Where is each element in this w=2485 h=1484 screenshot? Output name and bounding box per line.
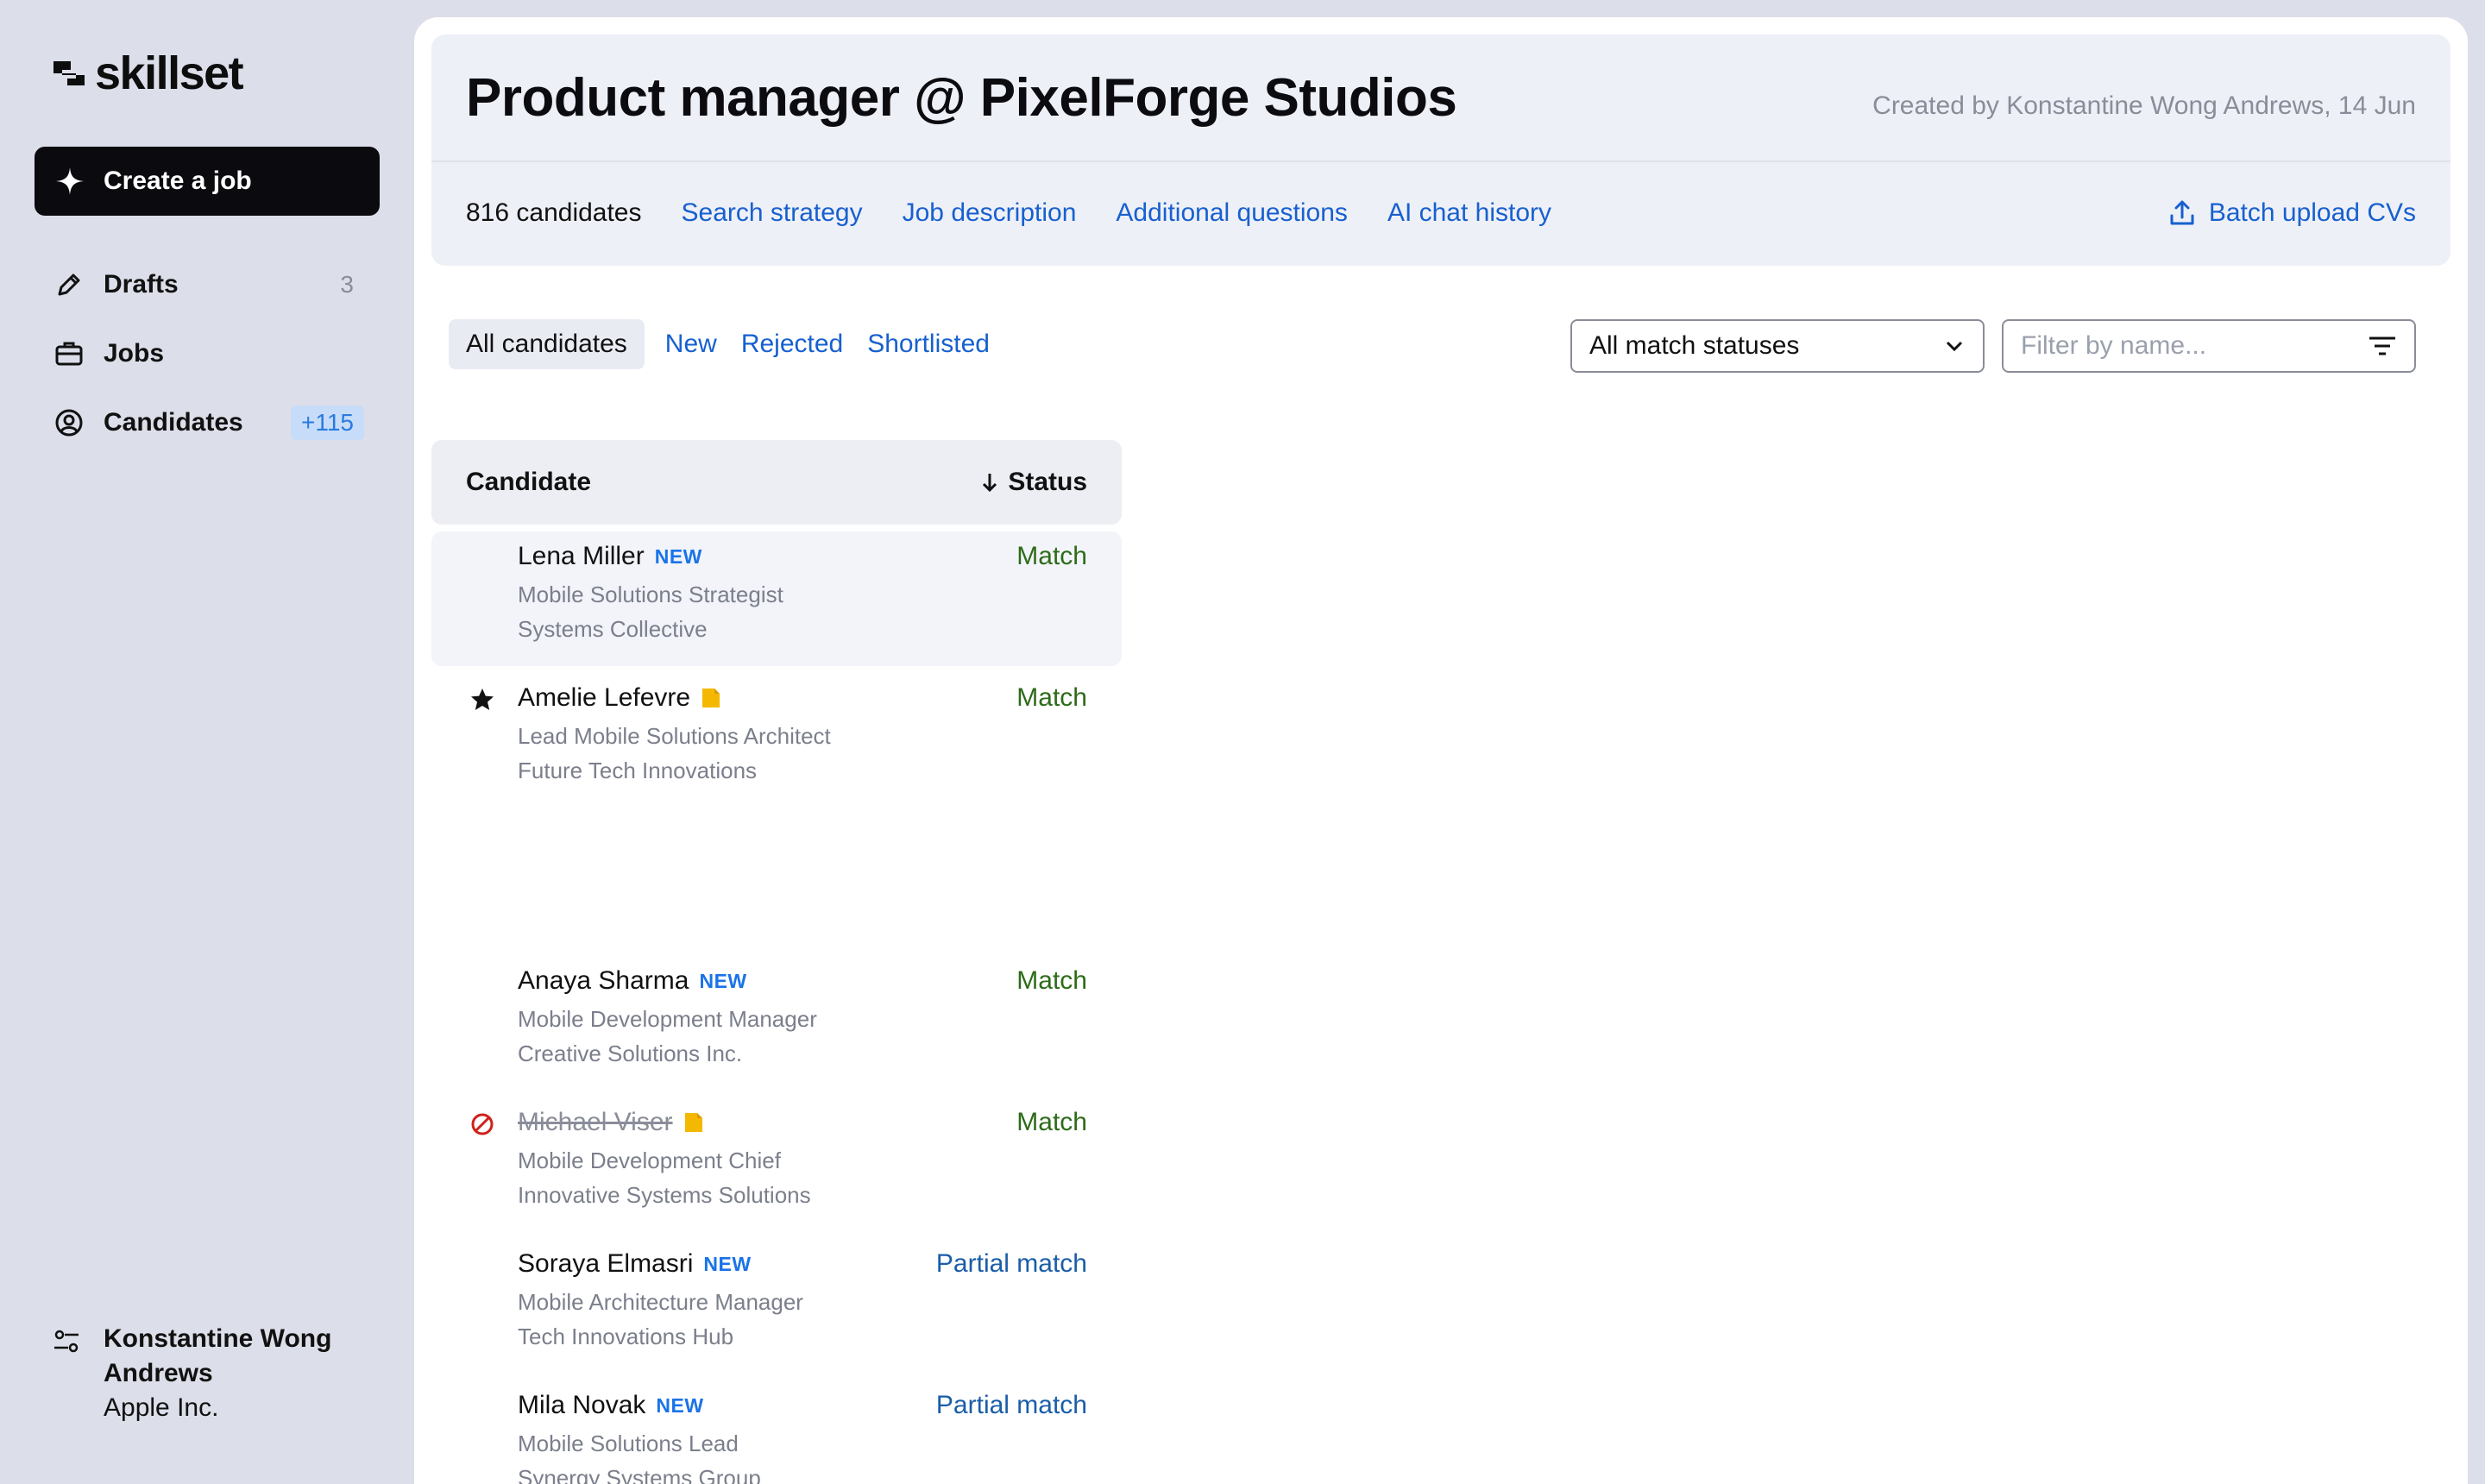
column-status[interactable]: Status <box>980 468 1087 497</box>
table-row[interactable]: Mila Novak NEW Mobile Solutions Lead Syn… <box>431 1380 1122 1484</box>
candidate-company: Synergy Systems Group <box>518 1465 761 1484</box>
rejected-icon[interactable] <box>469 1111 495 1137</box>
pencil-icon <box>52 267 86 302</box>
tab-ai-chat-history[interactable]: AI chat history <box>1387 198 1551 228</box>
status-badge: Match <box>1016 966 1087 995</box>
logo-icon <box>53 61 85 85</box>
drafts-count: 3 <box>340 271 354 298</box>
job-header-top: Product manager @ PixelForge Studios Cre… <box>431 35 2450 162</box>
table-header: Candidate Status <box>431 440 1122 525</box>
candidate-role: Mobile Solutions Lead <box>518 1431 739 1456</box>
candidate-company: Innovative Systems Solutions <box>518 1182 811 1208</box>
candidate-filter-tabs: All candidates New Rejected Shortlisted <box>449 319 993 369</box>
status-badge: Partial match <box>935 1249 1087 1278</box>
tab-shortlisted[interactable]: Shortlisted <box>864 319 993 369</box>
status-badge: Match <box>1016 542 1087 570</box>
new-tag: NEW <box>656 1393 704 1417</box>
sidebar-item-jobs[interactable]: Jobs <box>52 333 362 374</box>
candidate-company: Creative Solutions Inc. <box>518 1041 743 1066</box>
briefcase-icon <box>52 336 86 371</box>
table-row[interactable]: Anaya Sharma NEW Mobile Development Mana… <box>431 956 1122 1091</box>
candidate-count: 816 candidates <box>466 198 642 227</box>
create-job-label: Create a job <box>104 167 252 195</box>
sidebar: skillset Create a job Drafts 3 Jobs Cand… <box>0 0 414 1484</box>
status-badge: Match <box>1016 683 1087 712</box>
filter-icon[interactable] <box>2368 334 2397 358</box>
main-panel: Product manager @ PixelForge Studios Cre… <box>414 17 2468 1484</box>
new-tag: NEW <box>654 544 702 568</box>
note-icon <box>702 689 720 707</box>
match-status-select[interactable]: All match statuses <box>1570 319 1985 373</box>
sidebar-item-drafts[interactable]: Drafts 3 <box>52 264 362 305</box>
sidebar-item-candidates[interactable]: Candidates +115 <box>52 402 364 443</box>
match-status-value: All match statuses <box>1589 331 1800 360</box>
user-circle-icon <box>52 406 86 440</box>
candidate-role: Mobile Development Chief <box>518 1148 781 1173</box>
batch-upload-label: Batch upload CVs <box>2208 198 2416 227</box>
status-badge: Partial match <box>935 1391 1087 1419</box>
user-profile[interactable]: Konstantine Wong Andrews Apple Inc. <box>52 1322 362 1425</box>
sidebar-item-label: Candidates <box>104 408 243 437</box>
tab-all-candidates[interactable]: All candidates <box>449 319 645 369</box>
name-filter-input[interactable]: Filter by name... <box>2002 319 2416 373</box>
tab-additional-questions[interactable]: Additional questions <box>1116 198 1348 228</box>
chevron-down-icon <box>1946 341 1963 352</box>
status-badge: Match <box>1016 1108 1087 1136</box>
candidate-name: Amelie Lefevre <box>518 683 691 712</box>
new-tag: NEW <box>703 1252 752 1275</box>
sidebar-item-label: Drafts <box>104 270 179 299</box>
job-nav: 816 candidates Search strategy Job descr… <box>466 198 1551 228</box>
created-by: Created by Konstantine Wong Andrews, 14 … <box>1872 91 2416 120</box>
table-row[interactable]: Lena Miller NEW Mobile Solutions Strateg… <box>431 531 1122 666</box>
table-row[interactable]: Michael Viser Mobile Development Chief I… <box>431 1097 1122 1232</box>
note-icon <box>684 1113 702 1132</box>
candidate-company: Future Tech Innovations <box>518 758 758 783</box>
arrow-down-icon <box>983 474 997 493</box>
candidate-role: Lead Mobile Solutions Architect <box>518 723 831 749</box>
candidate-company: Systems Collective <box>518 616 708 642</box>
user-org: Apple Inc. <box>104 1393 219 1422</box>
logo[interactable]: skillset <box>50 47 244 99</box>
create-job-button[interactable]: Create a job <box>35 147 380 216</box>
logo-text: skillset <box>95 47 244 99</box>
candidate-name: Soraya Elmasri <box>518 1249 694 1278</box>
sidebar-item-label: Jobs <box>104 339 165 368</box>
table-row[interactable]: Soraya Elmasri NEW Mobile Architecture M… <box>431 1239 1122 1374</box>
candidate-name: Anaya Sharma <box>518 966 689 995</box>
tab-job-description[interactable]: Job description <box>903 198 1077 228</box>
upload-icon <box>2170 200 2194 225</box>
column-candidate: Candidate <box>466 468 592 496</box>
tab-search-strategy[interactable]: Search strategy <box>682 198 863 228</box>
candidate-role: Mobile Solutions Strategist <box>518 582 783 607</box>
star-icon[interactable] <box>469 687 495 713</box>
candidates-badge: +115 <box>291 406 364 440</box>
tab-rejected[interactable]: Rejected <box>738 319 846 369</box>
page-title: Product manager @ PixelForge Studios <box>466 68 1457 128</box>
tab-new[interactable]: New <box>662 319 720 369</box>
candidate-role: Mobile Development Manager <box>518 1006 817 1032</box>
candidate-name: Lena Miller <box>518 542 645 570</box>
new-tag: NEW <box>699 969 747 992</box>
settings-sliders-icon[interactable] <box>52 1322 86 1425</box>
candidate-name: Mila Novak <box>518 1391 646 1419</box>
name-filter-placeholder: Filter by name... <box>2021 331 2207 360</box>
batch-upload-button[interactable]: Batch upload CVs <box>2167 198 2416 228</box>
candidate-name: Michael Viser <box>518 1108 673 1136</box>
sparkle-icon <box>56 167 84 195</box>
table-row[interactable]: Amelie Lefevre Lead Mobile Solutions Arc… <box>431 673 1122 808</box>
user-name: Konstantine Wong Andrews <box>104 1324 332 1387</box>
column-status-label: Status <box>1008 468 1087 496</box>
candidate-company: Tech Innovations Hub <box>518 1324 734 1349</box>
job-header: Product manager @ PixelForge Studios Cre… <box>431 35 2450 266</box>
candidate-role: Mobile Architecture Manager <box>518 1289 803 1315</box>
